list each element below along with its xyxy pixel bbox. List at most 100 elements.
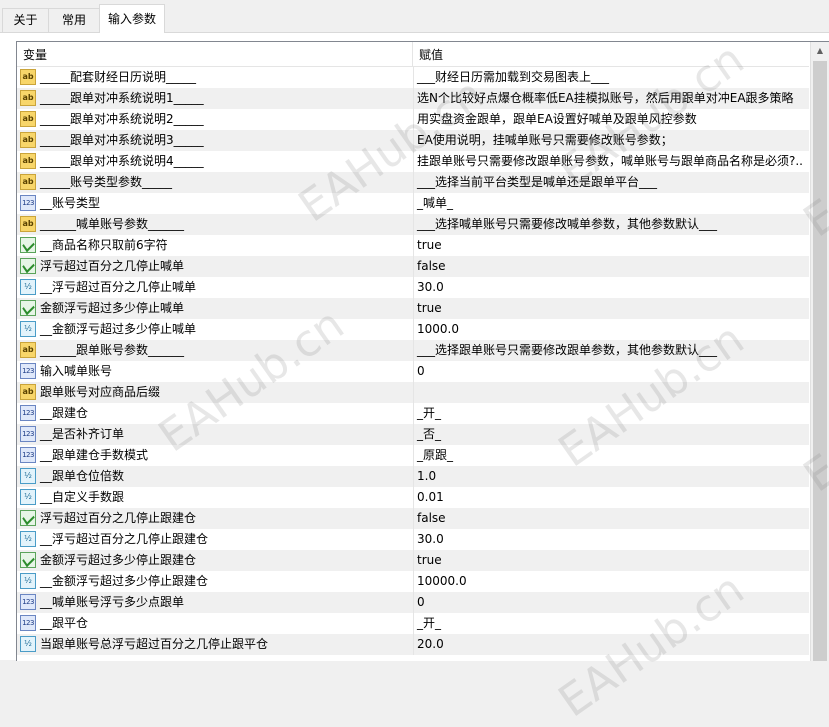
value-cell[interactable]: 0 [413,361,809,382]
table-row[interactable]: 浮亏超过百分之几停止喊单 false [17,256,809,277]
value-cell[interactable]: false [413,508,809,529]
variable-cell: ½ __自定义手数跟 [17,487,413,508]
table-row[interactable]: 123 __是否补齐订单 _否_ [17,424,809,445]
variable-cell: 123 __跟平仓 [17,613,413,634]
table-row[interactable]: ½ __浮亏超过百分之几停止喊单 30.0 [17,277,809,298]
value-cell[interactable]: _开_ [413,403,809,424]
value-cell[interactable]: 用实盘资金跟单，跟单EA设置好喊单及跟单风控参数 [413,109,809,130]
table-row[interactable]: ½ __跟单仓位倍数 1.0 [17,466,809,487]
table-row[interactable]: ab ______喊单账号参数______ ___选择喊单账号只需要修改喊单参数，其… [17,214,809,235]
variable-name: _____跟单对冲系统说明1_____ [40,91,204,105]
column-header-variable[interactable]: 变量 [17,42,412,66]
variable-name: __跟建仓 [40,406,89,420]
value-cell[interactable] [413,382,809,403]
tab-input-parameters[interactable]: 输入参数 [99,4,165,33]
string-type-icon: ab [20,111,36,127]
table-row[interactable]: ½ __自定义手数跟 0.01 [17,487,809,508]
variable-name: 浮亏超过百分之几停止跟建仓 [40,511,197,525]
variable-cell: ab ______跟单账号参数______ [17,340,413,361]
double-type-icon: ½ [20,531,36,547]
variable-name: ______跟单账号参数______ [40,343,185,357]
value-cell[interactable]: _原跟_ [413,445,809,466]
value-cell[interactable]: 1000.0 [413,319,809,340]
table-row[interactable]: 123 __跟建仓 _开_ [17,403,809,424]
table-row[interactable]: 123 __账号类型 _喊单_ [17,193,809,214]
value-cell[interactable]: _开_ [413,613,809,634]
variable-cell: 123 __是否补齐订单 [17,424,413,445]
value-cell[interactable]: ___选择喊单账号只需要修改喊单参数，其他参数默认___ [413,214,809,235]
variable-name: __跟平仓 [40,616,89,630]
tab-about[interactable]: 关于 [2,8,49,32]
boolean-type-icon [20,510,36,526]
value-cell[interactable]: EA使用说明，挂喊单账号只需要修改账号参数； [413,130,809,151]
variable-cell: ab _____配套财经日历说明_____ [17,67,413,88]
variable-name: __是否补齐订单 [40,427,125,441]
variable-name: __账号类型 [40,196,101,210]
vertical-scrollbar[interactable]: ▲ [810,42,829,661]
variable-cell: ½ __金额浮亏超过多少停止跟建仓 [17,571,413,592]
table-row[interactable]: ab _____跟单对冲系统说明1_____ 选N个比较好点爆仓概率低EA挂模拟账号… [17,88,809,109]
table-row[interactable]: ab _____账号类型参数_____ ___选择当前平台类型是喊单还是跟单平台__… [17,172,809,193]
scroll-up-arrow-icon[interactable]: ▲ [811,42,829,60]
table-row[interactable]: ab 跟单账号对应商品后缀 [17,382,809,403]
table-row[interactable]: __商品名称只取前6字符 true [17,235,809,256]
value-cell[interactable]: 30.0 [413,529,809,550]
variable-cell: ½ 当跟单账号总浮亏超过百分之几停止跟平仓 [17,634,413,655]
table-row[interactable]: 金额浮亏超过多少停止喊单 true [17,298,809,319]
value-cell[interactable]: true [413,298,809,319]
value-cell[interactable]: 20.0 [413,634,809,655]
value-cell[interactable]: 1.0 [413,466,809,487]
value-cell[interactable]: _喊单_ [413,193,809,214]
value-cell[interactable]: _否_ [413,424,809,445]
tab-common[interactable]: 常用 [48,8,100,32]
variable-name: __商品名称只取前6字符 [40,238,168,252]
tab-bar: 关于 常用 输入参数 [0,0,829,33]
variable-name: __浮亏超过百分之几停止跟建仓 [40,532,209,546]
table-row[interactable]: ab ______跟单账号参数______ ___选择跟单账号只需要修改跟单参数，其… [17,340,809,361]
value-cell[interactable]: 选N个比较好点爆仓概率低EA挂模拟账号，然后用跟单对冲EA跟多策略 [413,88,809,109]
value-cell[interactable]: 0 [413,592,809,613]
variable-cell: ab ______喊单账号参数______ [17,214,413,235]
variable-name: _____账号类型参数_____ [40,175,173,189]
table-row[interactable]: 浮亏超过百分之几停止跟建仓 false [17,508,809,529]
table-row[interactable]: ab _____跟单对冲系统说明2_____ 用实盘资金跟单，跟单EA设置好喊单及跟… [17,109,809,130]
variable-name: _____跟单对冲系统说明2_____ [40,112,204,126]
value-cell[interactable]: true [413,235,809,256]
table-row[interactable]: 123 __跟单建仓手数模式 _原跟_ [17,445,809,466]
table-row[interactable]: ab _____跟单对冲系统说明3_____ EA使用说明，挂喊单账号只需要修改账号… [17,130,809,151]
table-row[interactable]: ½ 当跟单账号总浮亏超过百分之几停止跟平仓 20.0 [17,634,809,655]
value-cell[interactable]: 挂跟单账号只需要修改跟单账号参数，喊单账号与跟单商品名称是必须?.. [413,151,809,172]
string-type-icon: ab [20,69,36,85]
double-type-icon: ½ [20,489,36,505]
integer-type-icon: 123 [20,405,36,421]
table-row[interactable]: ab _____配套财经日历说明_____ ___财经日历需加载到交易图表上___ [17,67,809,88]
string-type-icon: ab [20,342,36,358]
table-row[interactable]: 金额浮亏超过多少停止跟建仓 true [17,550,809,571]
table-row[interactable]: 123 __喊单账号浮亏多少点跟单 0 [17,592,809,613]
value-cell[interactable]: true [413,550,809,571]
value-cell[interactable]: 10000.0 [413,571,809,592]
column-header-value[interactable]: 赋值 [413,42,809,66]
variable-cell: 123 __跟建仓 [17,403,413,424]
value-cell[interactable]: 30.0 [413,277,809,298]
value-cell[interactable]: false [413,256,809,277]
table-row[interactable]: ½ __浮亏超过百分之几停止跟建仓 30.0 [17,529,809,550]
variable-cell: 浮亏超过百分之几停止喊单 [17,256,413,277]
value-cell[interactable]: ___选择当前平台类型是喊单还是跟单平台___ [413,172,809,193]
variable-cell: ab _____跟单对冲系统说明4_____ [17,151,413,172]
value-cell[interactable]: ___财经日历需加载到交易图表上___ [413,67,809,88]
variable-name: __跟单仓位倍数 [40,469,125,483]
variable-name: 当跟单账号总浮亏超过百分之几停止跟平仓 [40,637,269,651]
parameters-list[interactable]: 变量 赋值 ab _____配套财经日历说明_____ ___财经日历需加载到交易图… [16,41,829,661]
value-cell[interactable]: ___选择跟单账号只需要修改跟单参数，其他参数默认___ [413,340,809,361]
scrollbar-thumb[interactable] [813,61,827,661]
value-cell[interactable]: 0.01 [413,487,809,508]
variable-name: ______喊单账号参数______ [40,217,185,231]
table-row[interactable]: 123 输入喊单账号 0 [17,361,809,382]
table-row[interactable]: ab _____跟单对冲系统说明4_____ 挂跟单账号只需要修改跟单账号参数，喊单… [17,151,809,172]
table-row[interactable]: ½ __金额浮亏超过多少停止跟建仓 10000.0 [17,571,809,592]
string-type-icon: ab [20,384,36,400]
table-row[interactable]: 123 __跟平仓 _开_ [17,613,809,634]
table-row[interactable]: ½ __金额浮亏超过多少停止喊单 1000.0 [17,319,809,340]
variable-cell: __商品名称只取前6字符 [17,235,413,256]
